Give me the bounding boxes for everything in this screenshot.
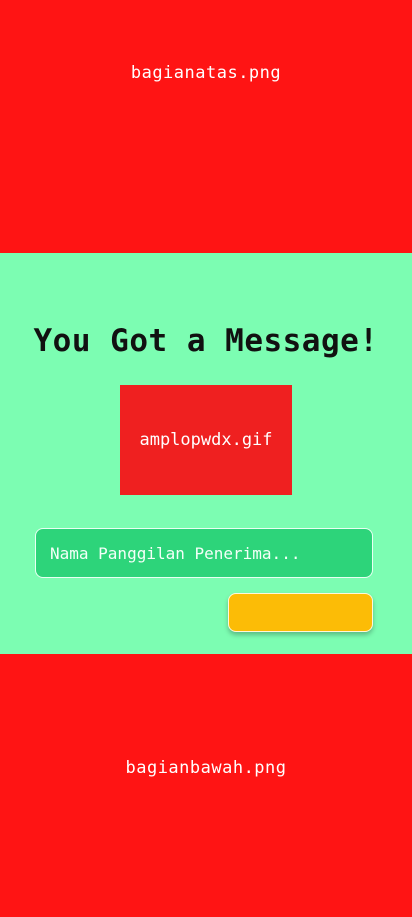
envelope-image: amplopwdx.gif [120, 385, 292, 495]
envelope-alt-text: amplopwdx.gif [139, 430, 273, 450]
message-card: You Got a Message! amplopwdx.gif [0, 253, 412, 654]
bottom-banner-alt-text: bagianbawah.png [125, 757, 287, 778]
submit-button[interactable] [228, 593, 373, 632]
page-title: You Got a Message! [33, 323, 379, 359]
top-banner-image: bagianatas.png [0, 0, 412, 253]
recipient-name-input[interactable] [35, 528, 373, 578]
bottom-banner-image: bagianbawah.png [0, 654, 412, 917]
top-banner-alt-text: bagianatas.png [130, 62, 282, 83]
page: bagianatas.png You Got a Message! amplop… [0, 0, 412, 917]
